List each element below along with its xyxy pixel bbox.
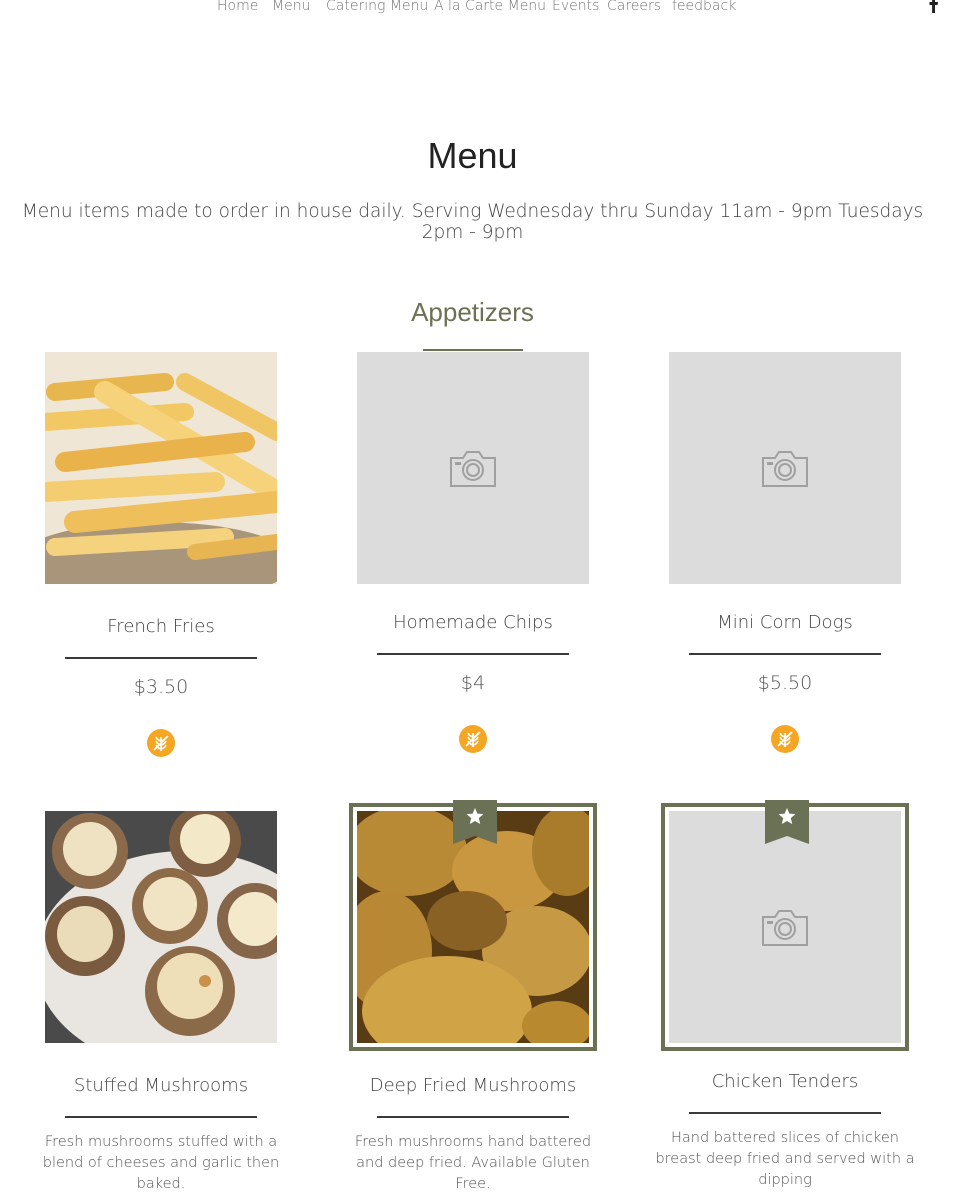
item-divider (377, 1116, 569, 1118)
facebook-icon[interactable] (926, 0, 940, 13)
top-nav: Home Menu Catering Menu A la Carte Menu … (0, 0, 965, 17)
item-name: Chicken Tenders (711, 1071, 859, 1092)
star-bookmark-icon (453, 800, 497, 844)
item-divider (377, 653, 569, 655)
item-description: Fresh mushrooms hand battered and deep f… (354, 1134, 592, 1192)
item-name: Stuffed Mushrooms (73, 1075, 249, 1096)
french-fries-photo (45, 352, 277, 584)
item-name: Homemade Chips (393, 612, 553, 633)
gluten-free-icon (771, 725, 799, 753)
item-price: $5.50 (757, 672, 813, 694)
image-placeholder (669, 352, 901, 584)
gluten-free-icon (147, 729, 175, 757)
page-title: Menu (427, 135, 518, 176)
nav-careers[interactable]: Careers (607, 0, 661, 15)
camera-placeholder-icon (762, 451, 808, 487)
nav-a-la-carte-menu[interactable]: A la Carte Menu (434, 0, 546, 15)
page-subtitle: Menu items made to order in house daily.… (21, 201, 924, 243)
item-price: $3.50 (133, 676, 189, 698)
nav-feedback[interactable]: feedback (672, 0, 736, 15)
item-description: Hand battered slices of chicken breast d… (655, 1130, 915, 1188)
image-placeholder (669, 811, 901, 1043)
nav-catering-menu[interactable]: Catering Menu (326, 0, 428, 15)
fried-mushrooms-photo (357, 811, 589, 1043)
nav-events[interactable]: Events (552, 0, 599, 15)
item-description: Fresh mushrooms stuffed with a blend of … (42, 1134, 280, 1192)
item-divider (689, 1112, 881, 1114)
item-divider (65, 1116, 257, 1118)
section-divider (423, 349, 523, 351)
nav-home[interactable]: Home (217, 0, 258, 15)
gluten-free-icon (459, 725, 487, 753)
camera-placeholder-icon (450, 451, 496, 487)
star-bookmark-icon (765, 800, 809, 844)
camera-placeholder-icon (762, 910, 808, 946)
nav-menu[interactable]: Menu (272, 0, 310, 15)
item-name: French Fries (107, 616, 215, 637)
item-name: Mini Corn Dogs (717, 612, 853, 633)
item-divider (689, 653, 881, 655)
image-placeholder (357, 352, 589, 584)
item-name: Deep Fried Mushrooms (369, 1075, 577, 1096)
section-title: Appetizers (411, 297, 534, 327)
item-divider (65, 657, 257, 659)
item-price: $4 (460, 672, 486, 694)
stuffed-mushrooms-photo (45, 811, 277, 1043)
